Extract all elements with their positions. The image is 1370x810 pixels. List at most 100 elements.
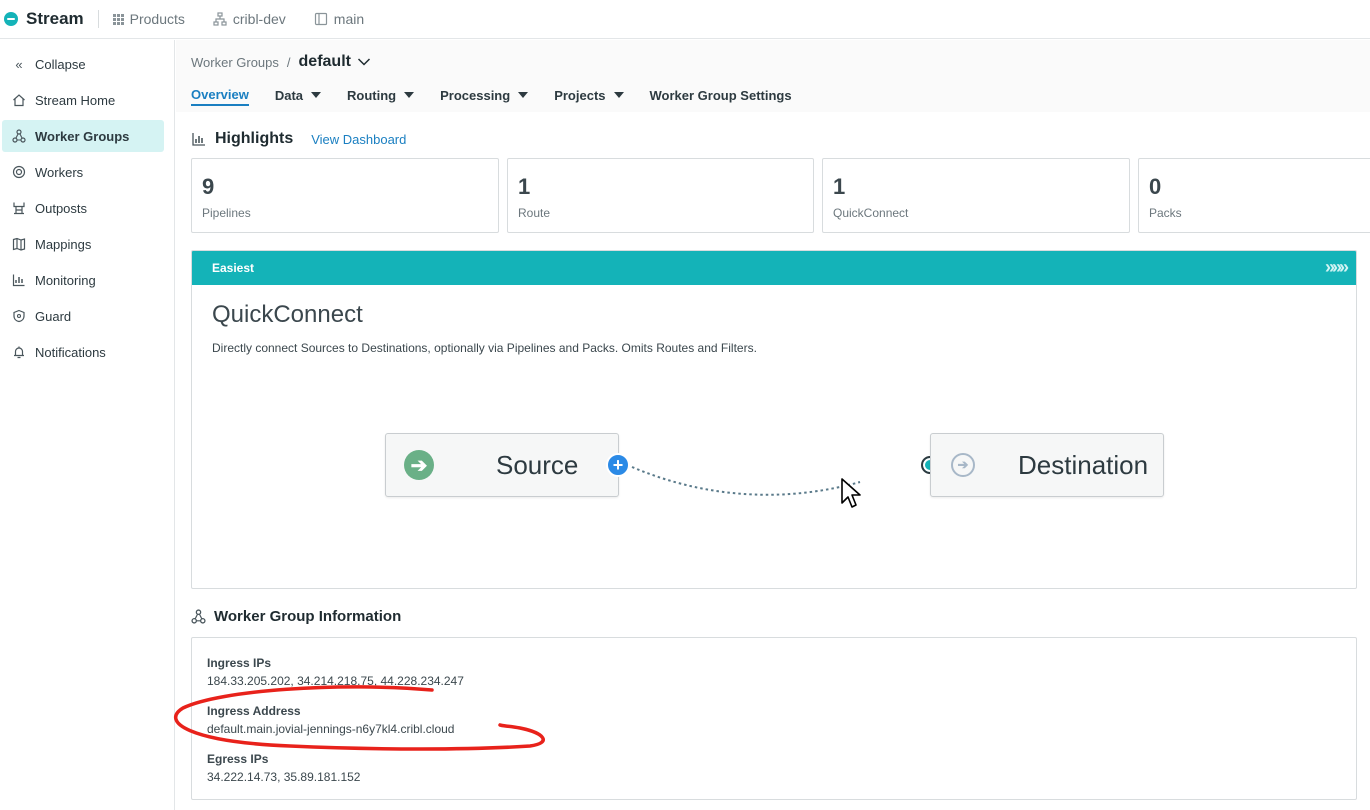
sidebar-item-stream-home[interactable]: Stream Home <box>2 84 164 116</box>
divider <box>97 10 99 28</box>
sidebar-item-workers[interactable]: Workers <box>2 156 164 188</box>
stat-card-pipelines[interactable]: 9 Pipelines <box>191 158 499 233</box>
stat-label: Route <box>518 206 551 220</box>
view-dashboard-link[interactable]: View Dashboard <box>311 132 406 147</box>
ingress-address-value[interactable]: default.main.jovial-jennings-n6y7kl4.cri… <box>207 722 454 736</box>
tab-label: Projects <box>554 87 606 103</box>
destination-label: Destination <box>1018 449 1149 480</box>
worker-group-info-title: Worker Group Information <box>214 608 402 625</box>
tab-processing[interactable]: Processing <box>440 84 529 106</box>
stat-label: QuickConnect <box>833 206 909 220</box>
stat-label: Packs <box>1149 206 1182 220</box>
tab-label: Overview <box>191 86 249 102</box>
caret-down-icon <box>518 92 529 98</box>
sidebar-item-label: Notifications <box>35 344 106 360</box>
destination-node[interactable]: ➔ Destination <box>930 433 1164 497</box>
tab-worker-group-settings[interactable]: Worker Group Settings <box>650 84 792 106</box>
ingress-ips-value: 184.33.205.202, 34.214.218.75, 44.228.23… <box>207 674 464 688</box>
tab-overview[interactable]: Overview <box>191 84 249 106</box>
worker-group-info-header: Worker Group Information <box>191 608 401 625</box>
chevron-down-icon <box>357 58 371 66</box>
add-source-connection-button[interactable]: + <box>606 453 630 477</box>
monitoring-icon <box>11 272 27 288</box>
worker-groups-icon <box>191 609 206 624</box>
workers-icon <box>11 164 27 180</box>
org-selector[interactable]: cribl-dev <box>213 11 286 27</box>
sidebar-item-worker-groups[interactable]: Worker Groups <box>2 120 164 152</box>
quickconnect-description: Directly connect Sources to Destinations… <box>212 341 757 355</box>
ingress-address-label: Ingress Address <box>207 704 301 718</box>
group-selector[interactable]: default <box>299 53 371 71</box>
sidebar-item-mappings[interactable]: Mappings <box>2 228 164 260</box>
page-header: Worker Groups / default Overview Data Ro… <box>176 40 1370 112</box>
sidebar-item-notifications[interactable]: Notifications <box>2 336 164 368</box>
bell-icon <box>11 344 27 360</box>
org-tree-icon <box>213 12 227 26</box>
highlights-title: Highlights <box>215 130 294 147</box>
outposts-icon <box>11 200 27 216</box>
arrow-right-circle-icon: ➔ <box>404 450 434 480</box>
egress-ips-label: Egress IPs <box>207 752 269 766</box>
stat-card-packs[interactable]: 0 Packs <box>1138 158 1370 233</box>
sidebar-item-outposts[interactable]: Outposts <box>2 192 164 224</box>
source-node[interactable]: ➔ Source <box>385 433 619 497</box>
tab-data[interactable]: Data <box>274 84 322 106</box>
brand[interactable]: Stream <box>4 9 84 29</box>
stat-value: 9 <box>202 174 215 199</box>
egress-ips-value: 34.222.14.73, 35.89.181.152 <box>207 770 361 784</box>
products-menu[interactable]: Products <box>112 11 185 27</box>
tab-projects[interactable]: Projects <box>554 84 624 106</box>
tab-label: Data <box>274 87 304 103</box>
sidebar-item-label: Worker Groups <box>35 128 130 144</box>
stat-value: 1 <box>518 174 531 199</box>
sidebar-item-label: Outposts <box>35 200 88 216</box>
sidebar-item-collapse[interactable]: « Collapse <box>2 48 164 80</box>
top-bar: Stream Products cribl-dev main <box>0 0 1370 39</box>
chevrons-right-icon: »»» <box>1324 257 1349 277</box>
main-content: Worker Groups / default Overview Data Ro… <box>176 40 1370 810</box>
breadcrumb-separator: / <box>286 54 291 70</box>
stat-label: Pipelines <box>202 206 251 220</box>
sidebar-item-monitoring[interactable]: Monitoring <box>2 264 164 296</box>
workspace-icon <box>314 12 327 26</box>
tab-label: Worker Group Settings <box>649 87 792 103</box>
worker-group-info-card: Ingress IPs 184.33.205.202, 34.214.218.7… <box>191 637 1357 800</box>
double-chevron-left-icon: « <box>15 56 23 72</box>
breadcrumb: Worker Groups / default <box>191 53 371 71</box>
tab-routing[interactable]: Routing <box>347 84 415 106</box>
sidebar-item-guard[interactable]: Guard <box>2 300 164 332</box>
grid-icon <box>112 13 124 25</box>
source-label: Source <box>496 449 579 480</box>
quickconnect-title: QuickConnect <box>212 301 363 328</box>
mouse-cursor-icon <box>841 478 861 508</box>
shield-icon <box>11 308 27 324</box>
stat-card-route[interactable]: 1 Route <box>507 158 814 233</box>
brand-name: Stream <box>26 9 84 28</box>
org-label: cribl-dev <box>232 11 286 27</box>
sidebar-item-label: Monitoring <box>35 272 96 288</box>
workspace-label: main <box>333 11 365 27</box>
stat-value: 0 <box>1149 174 1162 199</box>
sidebar-item-label: Stream Home <box>35 92 116 108</box>
caret-down-icon <box>404 92 415 98</box>
band-label: Easiest <box>212 261 255 275</box>
chart-icon <box>192 133 205 146</box>
highlights-header: Highlights View Dashboard <box>191 130 406 148</box>
sidebar-item-label: Collapse <box>35 56 86 72</box>
stat-card-quickconnect[interactable]: 1 QuickConnect <box>822 158 1130 233</box>
easiest-band: Easiest »»» <box>192 251 1356 285</box>
connection-line <box>631 466 861 496</box>
map-icon <box>11 236 27 252</box>
quickconnect-card[interactable]: Easiest »»» QuickConnect Directly connec… <box>191 250 1357 589</box>
stat-value: 1 <box>833 174 846 199</box>
sidebar: « Collapse Stream Home Worker Groups Wor… <box>0 40 175 810</box>
workspace-selector[interactable]: main <box>314 11 364 27</box>
stream-logo-icon <box>4 12 18 26</box>
tab-bar: Overview Data Routing Processing Project… <box>191 84 818 106</box>
group-name: default <box>298 53 351 70</box>
exit-arrow-icon: ➔ <box>951 453 975 477</box>
sidebar-item-label: Guard <box>35 308 72 324</box>
breadcrumb-worker-groups[interactable]: Worker Groups <box>191 55 279 70</box>
caret-down-icon <box>613 92 624 98</box>
tab-label: Processing <box>440 87 511 103</box>
